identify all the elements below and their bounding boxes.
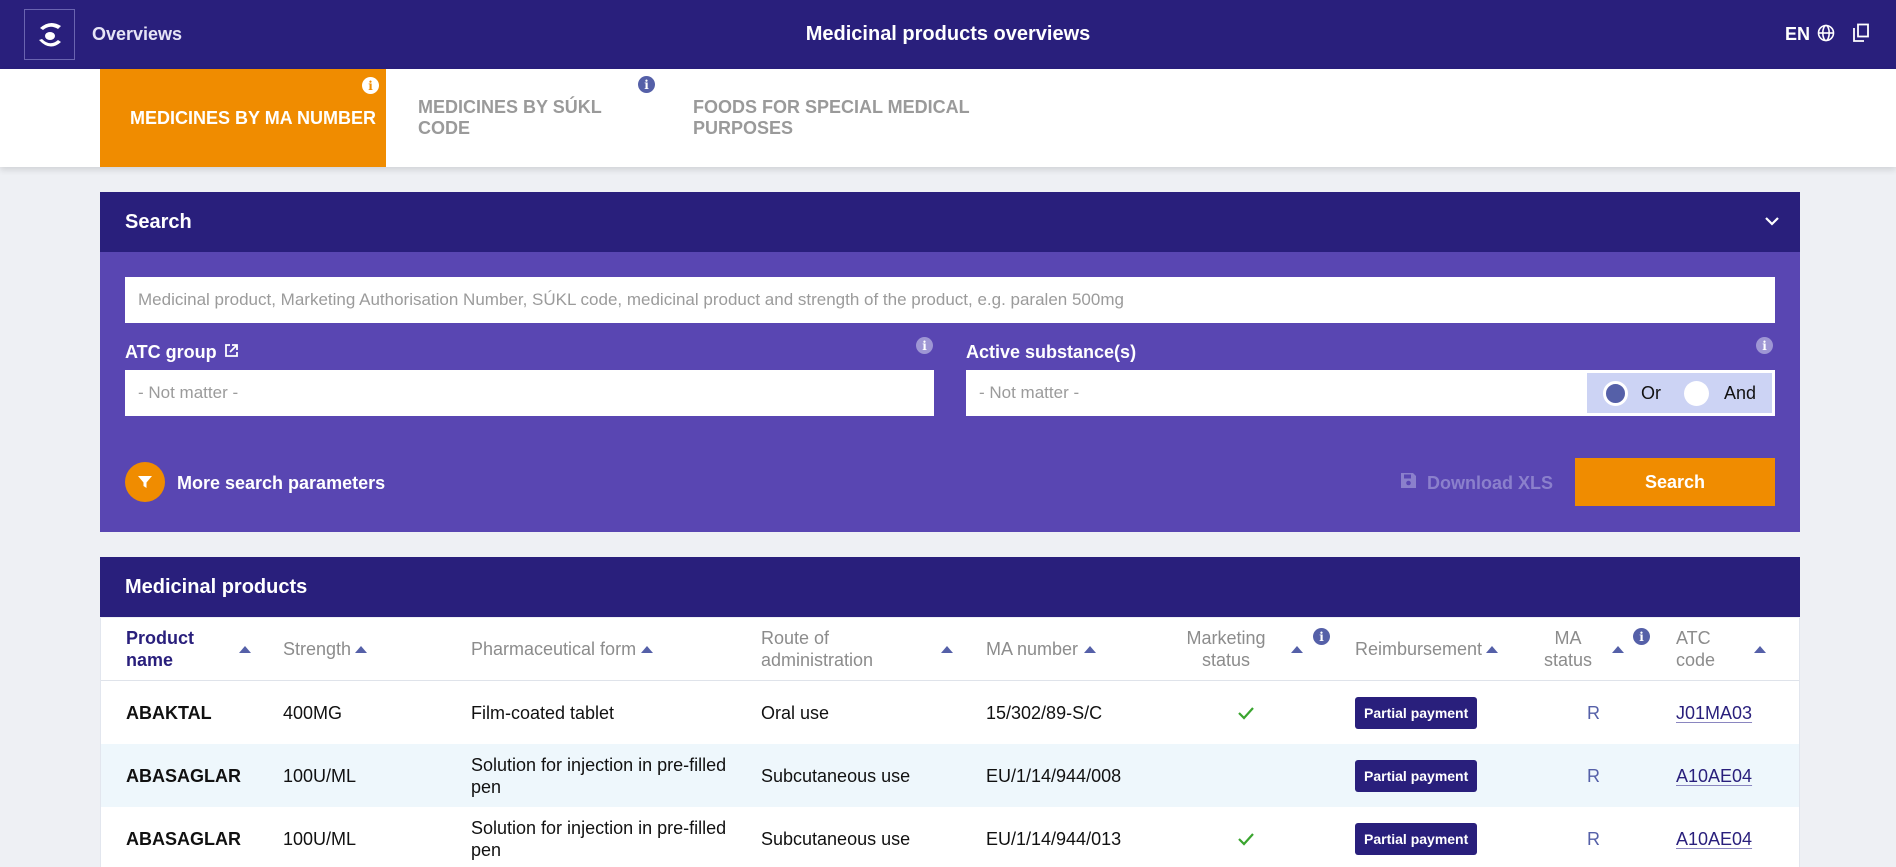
sort-ascending-icon[interactable] bbox=[941, 646, 953, 653]
sort-ascending-icon[interactable] bbox=[1612, 646, 1624, 653]
atc-code-link[interactable]: J01MA03 bbox=[1676, 702, 1752, 724]
sort-ascending-icon[interactable] bbox=[239, 646, 251, 653]
column-header-pharmaceutical-form[interactable]: Pharmaceutical form bbox=[471, 626, 636, 672]
column-header-product-name[interactable]: Product name bbox=[126, 626, 206, 672]
results-table: Product name Strength Pharmaceutical for… bbox=[100, 618, 1800, 867]
table-row[interactable]: ABAKTAL 400MG Film-coated tablet Oral us… bbox=[101, 681, 1799, 744]
pharmaceutical-form: Film-coated tablet bbox=[471, 702, 615, 723]
tab-label: FOODS FOR SPECIAL MEDICAL PURPOSES bbox=[693, 97, 970, 138]
ma-number: 15/302/89-S/C bbox=[986, 702, 1103, 723]
table-row[interactable]: ABASAGLAR 100U/ML Solution for injection… bbox=[101, 807, 1799, 867]
product-name: ABASAGLAR bbox=[126, 828, 241, 849]
info-icon[interactable]: i bbox=[362, 77, 379, 94]
atc-code: J01MA03 bbox=[1676, 681, 1752, 744]
save-icon bbox=[1400, 472, 1417, 494]
atc-group-label-text: ATC group bbox=[125, 342, 217, 362]
tab-label: MEDICINES BY SÚKL CODE bbox=[418, 97, 602, 138]
column-header-atc-code[interactable]: ATC code bbox=[1676, 626, 1721, 672]
status-badge: Partial payment bbox=[1355, 759, 1478, 792]
active-substance-label-text: Active substance(s) bbox=[966, 342, 1137, 362]
sort-ascending-icon[interactable] bbox=[1084, 646, 1096, 653]
status-badge: Partial payment bbox=[1355, 822, 1478, 855]
reimbursement: Partial payment bbox=[1355, 744, 1478, 807]
column-header-marketing-status[interactable]: Marketing status bbox=[1179, 626, 1273, 672]
page-title: Medicinal products overviews bbox=[805, 23, 1091, 45]
chevron-down-icon[interactable] bbox=[1764, 212, 1780, 235]
info-icon[interactable]: i bbox=[1756, 337, 1773, 354]
route-of-administration: Subcutaneous use bbox=[761, 765, 911, 786]
top-bar: Overviews Medicinal products overviews E… bbox=[0, 0, 1896, 69]
search-button[interactable]: Search bbox=[1575, 458, 1775, 506]
filter-icon[interactable] bbox=[125, 462, 165, 502]
tab-medicines-by-sukl-code[interactable]: MEDICINES BY SÚKL CODE i bbox=[386, 69, 655, 167]
substance-logic-toggle: Or And bbox=[1587, 373, 1772, 413]
ma-status: R bbox=[1587, 828, 1600, 849]
atc-code: A10AE04 bbox=[1676, 807, 1752, 867]
route-of-administration: Oral use bbox=[761, 702, 830, 723]
results-panel-title: Medicinal products bbox=[125, 575, 308, 598]
marketed-check-icon bbox=[1237, 807, 1255, 867]
status-badge: Partial payment bbox=[1355, 696, 1478, 729]
more-search-parameters-button[interactable]: More search parameters bbox=[177, 473, 385, 494]
sort-ascending-icon[interactable] bbox=[1291, 646, 1303, 653]
search-panel-header[interactable]: Search bbox=[100, 192, 1800, 252]
column-header-reimbursement[interactable]: Reimbursement bbox=[1355, 626, 1482, 672]
pharmaceutical-form: Solution for injection in pre-filled pen bbox=[471, 817, 727, 860]
sort-ascending-icon[interactable] bbox=[641, 646, 653, 653]
copy-icon[interactable] bbox=[1852, 23, 1870, 48]
product-name: ABAKTAL bbox=[126, 702, 212, 723]
search-panel-title: Search bbox=[125, 210, 192, 233]
atc-code-link[interactable]: A10AE04 bbox=[1676, 828, 1752, 850]
table-row[interactable]: ABASAGLAR 100U/ML Solution for injection… bbox=[101, 744, 1799, 807]
globe-icon[interactable] bbox=[1817, 24, 1835, 47]
info-icon[interactable]: i bbox=[638, 76, 655, 93]
tab-medicines-by-ma-number[interactable]: MEDICINES BY MA NUMBER i bbox=[100, 69, 386, 167]
product-name: ABASAGLAR bbox=[126, 765, 241, 786]
route-of-administration: Subcutaneous use bbox=[761, 828, 911, 849]
atc-code: A10AE04 bbox=[1676, 744, 1752, 807]
results-panel-header: Medicinal products bbox=[100, 557, 1800, 617]
active-substance-value: - Not matter - bbox=[979, 383, 1080, 402]
search-panel-body: ATC group i - Not matter - Active substa… bbox=[100, 252, 1800, 532]
reimbursement: Partial payment bbox=[1355, 681, 1478, 744]
column-header-strength[interactable]: Strength bbox=[283, 626, 351, 672]
tab-foods-special-medical-purposes[interactable]: FOODS FOR SPECIAL MEDICAL PURPOSES bbox=[674, 69, 1054, 167]
strength: 400MG bbox=[283, 702, 343, 723]
radio-and[interactable] bbox=[1684, 380, 1709, 406]
strength: 100U/ML bbox=[283, 765, 357, 786]
external-link-icon[interactable] bbox=[224, 342, 239, 363]
strength: 100U/ML bbox=[283, 828, 357, 849]
info-icon[interactable]: i bbox=[916, 337, 933, 354]
atc-group-select[interactable]: - Not matter - bbox=[125, 370, 934, 416]
sort-ascending-icon[interactable] bbox=[1754, 646, 1766, 653]
reimbursement: Partial payment bbox=[1355, 807, 1478, 867]
column-header-ma-number[interactable]: MA number bbox=[986, 626, 1078, 672]
ma-number: EU/1/14/944/008 bbox=[986, 765, 1122, 786]
download-xls-button[interactable]: Download XLS bbox=[1400, 472, 1553, 494]
active-substance-label: Active substance(s) bbox=[966, 342, 1136, 363]
column-header-route-of-administration[interactable]: Route of administration bbox=[761, 626, 881, 672]
search-input[interactable] bbox=[125, 277, 1775, 323]
ma-number: EU/1/14/944/013 bbox=[986, 828, 1122, 849]
radio-or-label: Or bbox=[1641, 382, 1661, 403]
pharmaceutical-form: Solution for injection in pre-filled pen bbox=[471, 754, 727, 797]
column-header-ma-status[interactable]: MA status bbox=[1543, 626, 1593, 672]
marketed-check-icon bbox=[1237, 681, 1255, 744]
language-selector[interactable]: EN bbox=[1785, 24, 1810, 45]
atc-group-label: ATC group bbox=[125, 342, 239, 363]
atc-code-link[interactable]: A10AE04 bbox=[1676, 765, 1752, 787]
ma-status: R bbox=[1587, 765, 1600, 786]
info-icon[interactable]: i bbox=[1313, 628, 1330, 645]
sort-ascending-icon[interactable] bbox=[355, 646, 367, 653]
radio-or[interactable] bbox=[1603, 380, 1628, 406]
download-xls-label: Download XLS bbox=[1427, 472, 1553, 493]
tab-label: MEDICINES BY MA NUMBER bbox=[130, 107, 377, 128]
radio-and-label: And bbox=[1724, 382, 1757, 403]
tab-bar: MEDICINES BY MA NUMBER i MEDICINES BY SÚ… bbox=[0, 69, 1896, 167]
sort-ascending-icon[interactable] bbox=[1486, 646, 1498, 653]
ma-status: R bbox=[1587, 702, 1600, 723]
info-icon[interactable]: i bbox=[1633, 628, 1650, 645]
